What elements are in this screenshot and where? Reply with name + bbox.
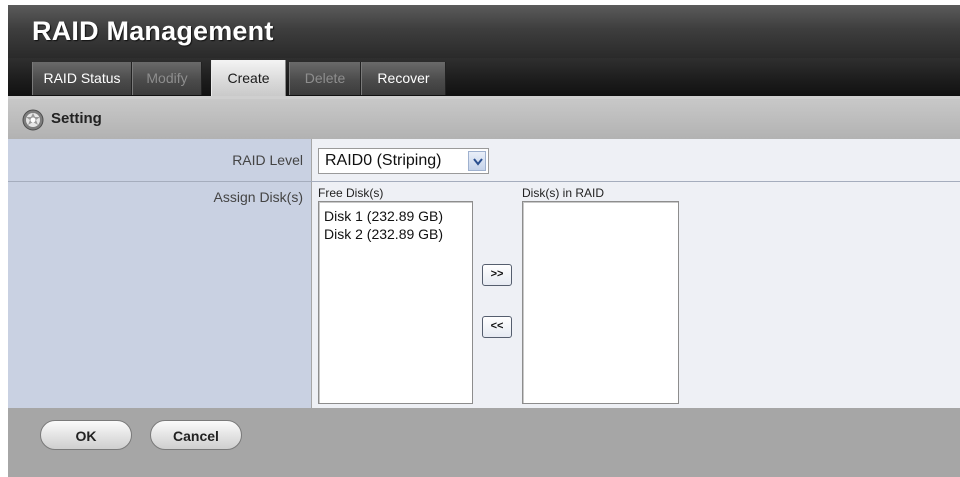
chevron-down-icon[interactable] xyxy=(468,151,486,171)
list-item[interactable]: Disk 2 (232.89 GB) xyxy=(324,226,443,242)
tab-recover[interactable]: Recover xyxy=(361,62,446,95)
raid-level-select[interactable]: RAID0 (Striping) xyxy=(318,148,489,174)
remove-from-raid-button[interactable]: << xyxy=(482,316,512,338)
add-to-raid-button[interactable]: >> xyxy=(482,264,512,286)
tab-delete: Delete xyxy=(289,62,361,95)
tab-create[interactable]: Create xyxy=(211,60,286,97)
raid-disks-list[interactable] xyxy=(522,201,679,404)
footer-bar: OK Cancel xyxy=(8,408,960,477)
raid-disks-caption: Disk(s) in RAID xyxy=(522,186,605,200)
section-title: Setting xyxy=(51,110,102,127)
tab-raid-status[interactable]: RAID Status xyxy=(32,62,132,95)
cancel-button[interactable]: Cancel xyxy=(150,420,242,450)
tab-modify: Modify xyxy=(132,62,202,95)
ok-button[interactable]: OK xyxy=(40,420,132,450)
assign-disks-label: Assign Disk(s) xyxy=(8,182,311,408)
free-disks-caption: Free Disk(s) xyxy=(318,186,384,200)
raid-level-label: RAID Level xyxy=(8,139,311,181)
app-header: RAID Management xyxy=(8,5,960,58)
page-title: RAID Management xyxy=(32,16,274,46)
list-item[interactable]: Disk 1 (232.89 GB) xyxy=(324,208,443,224)
raid-level-value: RAID0 (Striping) xyxy=(325,152,442,169)
app-window: RAID Management RAID Status Modify Creat… xyxy=(8,5,960,477)
free-disks-list[interactable]: Disk 1 (232.89 GB) Disk 2 (232.89 GB) xyxy=(318,201,473,404)
section-header: Setting xyxy=(8,99,960,139)
gear-icon xyxy=(22,109,44,131)
tab-bar: RAID Status Modify Create Delete Recover xyxy=(8,58,960,97)
